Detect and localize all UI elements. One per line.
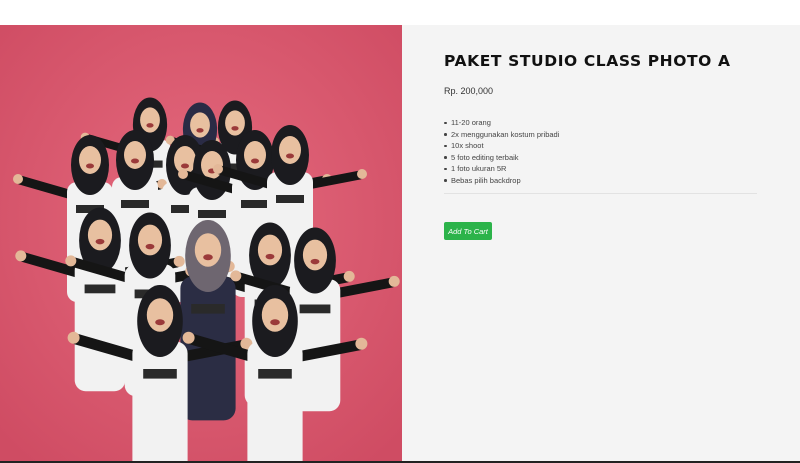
feature-item: 1 foto ukuran 5R: [444, 163, 559, 175]
divider: [444, 193, 757, 194]
product-photo: [0, 25, 402, 461]
product-price: Rp. 200,000: [444, 86, 494, 96]
product-title: PAKET STUDIO CLASS PHOTO A: [444, 52, 731, 70]
top-strip: [0, 0, 800, 25]
feature-item: 11-20 orang: [444, 117, 559, 129]
feature-item: 5 foto editing terbaik: [444, 152, 559, 164]
product-info-panel: PAKET STUDIO CLASS PHOTO A Rp. 200,000 1…: [402, 25, 800, 461]
feature-item: Bebas pilih backdrop: [444, 175, 559, 187]
feature-list: 11-20 orang 2x menggunakan kostum pribad…: [444, 117, 559, 186]
feature-item: 10x shoot: [444, 140, 559, 152]
add-to-cart-button[interactable]: Add To Cart: [444, 222, 492, 240]
feature-item: 2x menggunakan kostum pribadi: [444, 129, 559, 141]
